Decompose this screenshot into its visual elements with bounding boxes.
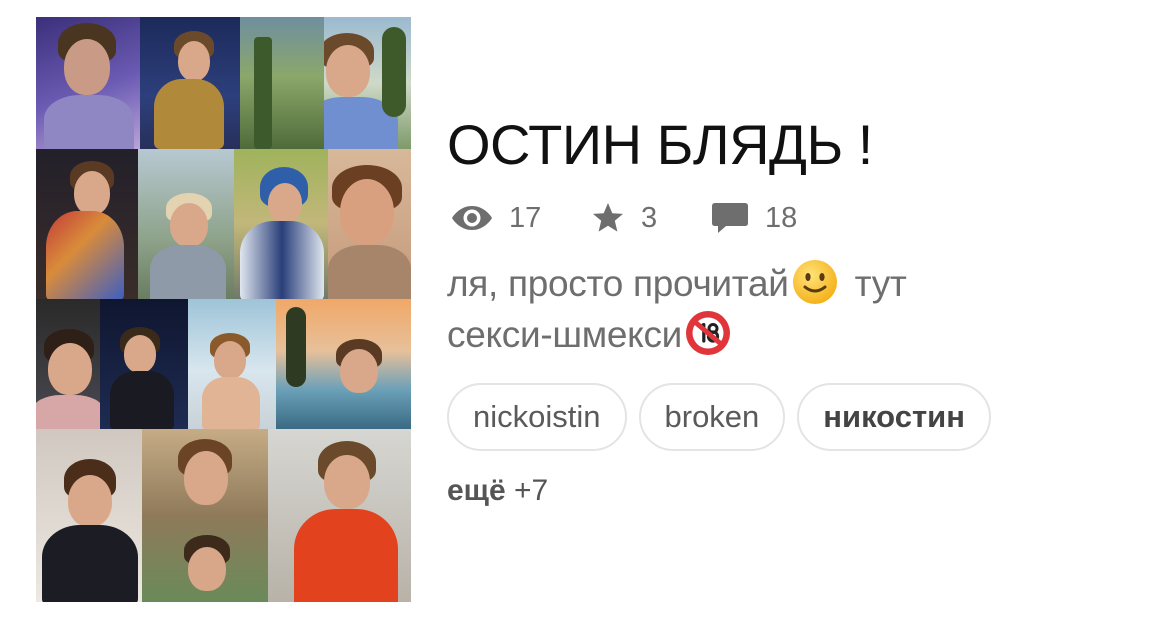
collage-photo: [36, 17, 140, 149]
collage-photo: [324, 17, 411, 149]
tag-nickoistin[interactable]: nickoistin: [447, 383, 627, 451]
collage-photo: [138, 149, 234, 299]
collage-photo: [36, 429, 142, 602]
description-text: ля, просто прочитай: [447, 263, 789, 304]
story-title[interactable]: ОСТИН БЛЯДЬ !: [447, 112, 873, 177]
story-stats: 17 3 18: [451, 198, 797, 238]
views-count: 17: [509, 201, 542, 234]
collage-photo: [36, 149, 138, 299]
story-tags: nickoistin broken никостин: [447, 383, 991, 451]
no-one-under-eighteen-emoji-icon: [686, 311, 731, 355]
eye-icon: [452, 206, 492, 230]
collage-photo: [142, 429, 268, 602]
star-icon: [593, 203, 623, 232]
comment-bubble-icon: [712, 203, 748, 233]
stars-stat: 3: [591, 201, 711, 235]
comments-stat[interactable]: 18: [711, 201, 797, 235]
collage-photo: [140, 17, 240, 149]
more-tags-count: +7: [514, 474, 549, 507]
tag-nikostin[interactable]: никостин: [797, 383, 991, 451]
comments-count: 18: [765, 201, 798, 234]
stars-count: 3: [641, 201, 658, 234]
collage-photo: [100, 299, 188, 429]
collage-photo: [328, 149, 411, 299]
views-stat: 17: [451, 202, 591, 235]
collage-photo: [240, 17, 324, 149]
tag-broken[interactable]: broken: [638, 383, 786, 451]
collage-photo: [36, 299, 100, 429]
more-tags-link[interactable]: ещё +7: [447, 474, 548, 508]
collage-photo: [234, 149, 328, 299]
description-text: секси-шмекси: [447, 314, 683, 355]
collage-photo: [188, 299, 276, 429]
collage-photo: [276, 299, 411, 429]
more-tags-label: ещё: [447, 474, 506, 507]
slightly-smiling-face-emoji-icon: [792, 260, 837, 304]
description-text: тут: [844, 263, 907, 304]
collage-photo: [268, 429, 411, 602]
story-description: ля, просто прочитай тут секси-шмекси: [447, 258, 1067, 360]
story-cover[interactable]: [36, 17, 411, 602]
